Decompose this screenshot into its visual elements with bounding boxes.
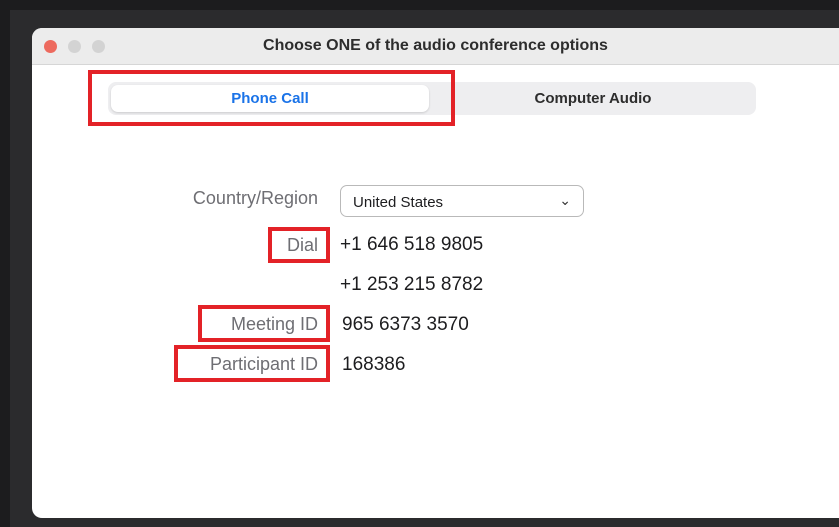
country-region-label: Country/Region [192, 188, 318, 208]
country-region-select[interactable]: United States ⌄ [340, 185, 584, 217]
meeting-id-value: 965 6373 3570 [342, 314, 469, 335]
country-region-value: United States [353, 194, 444, 211]
dial-number-secondary: +1 253 215 8782 [340, 274, 484, 295]
participant-id-value: 168386 [342, 354, 406, 375]
dial-number-primary: +1 646 518 9805 [340, 234, 484, 255]
meeting-id-label: Meeting ID [230, 314, 318, 334]
window-title: Choose ONE of the audio conference optio… [263, 37, 608, 54]
dial-label: Dial [286, 235, 318, 255]
title-bar: Choose ONE of the audio conference optio… [32, 28, 839, 65]
chevron-down-icon: ⌄ [559, 192, 571, 208]
audio-mode-tabs: Phone Call Computer Audio [108, 82, 756, 115]
tab-phone-call[interactable]: Phone Call [111, 85, 429, 112]
audio-options-window: Choose ONE of the audio conference optio… [32, 28, 839, 518]
tab-computer-audio[interactable]: Computer Audio [438, 85, 748, 112]
participant-id-label: Participant ID [209, 354, 318, 374]
